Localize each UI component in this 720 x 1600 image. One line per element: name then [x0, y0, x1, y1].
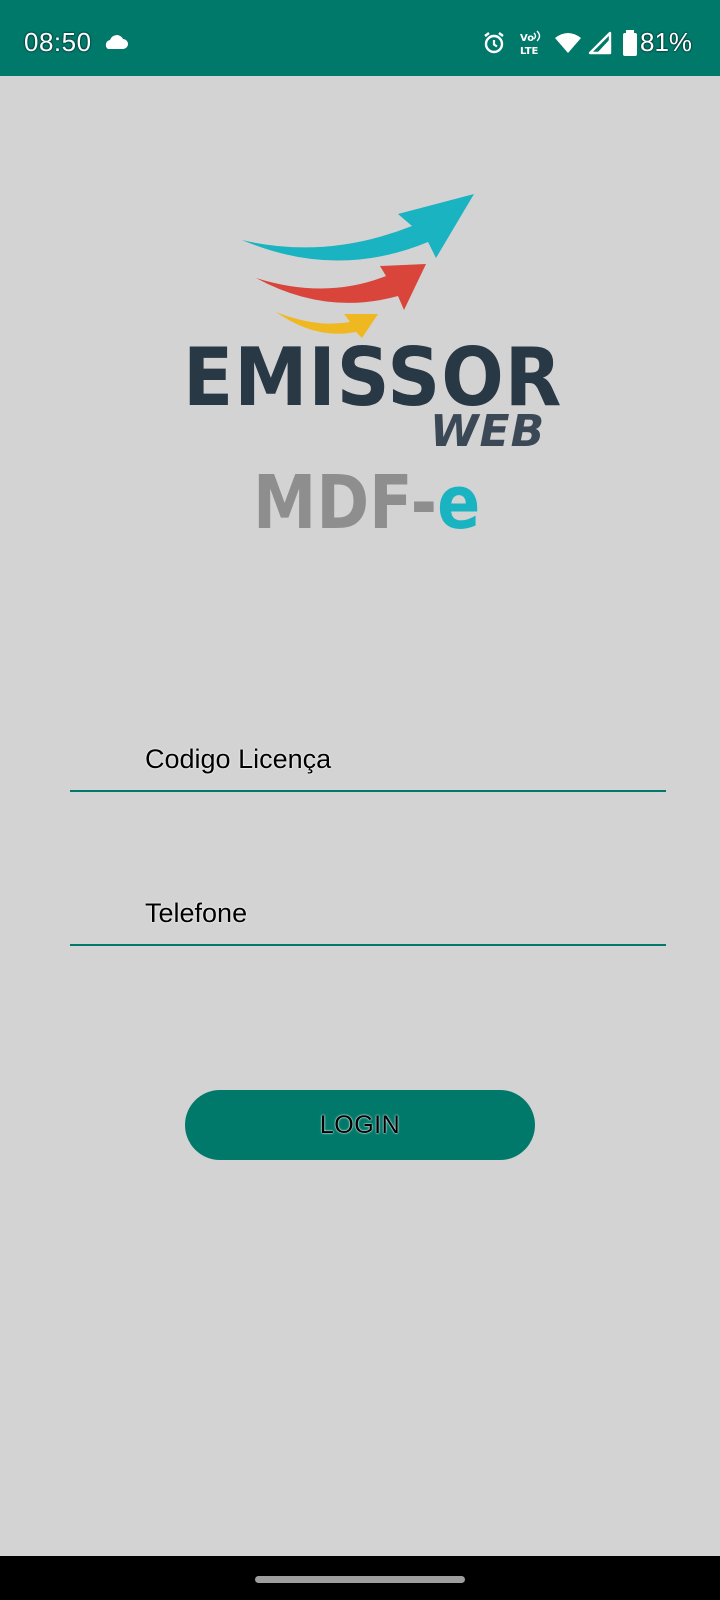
home-gesture-handle[interactable] — [255, 1576, 465, 1583]
signal-icon — [588, 31, 612, 55]
cloud-icon — [105, 35, 128, 49]
status-time: 08:50 — [24, 27, 92, 57]
phone-field — [70, 884, 666, 946]
license-code-input[interactable] — [145, 730, 645, 788]
logo-sub-brand-text: WEB — [430, 406, 546, 457]
wifi-icon — [555, 33, 581, 53]
logo-product-prefix: MDF- — [253, 460, 438, 546]
status-bar: 08:50 Vo LTE 81% — [0, 0, 720, 76]
phone-input[interactable] — [145, 884, 645, 942]
battery-percentage: 81% — [640, 27, 693, 57]
login-button[interactable]: LOGIN — [185, 1090, 535, 1160]
logo-product-suffix: e — [437, 460, 481, 546]
volte-label-top: Vo — [520, 33, 534, 44]
battery-icon — [623, 30, 637, 56]
logo-arrow-red — [256, 264, 426, 310]
logo-arrow-cyan — [242, 194, 474, 261]
logo-arrows-icon — [242, 194, 474, 338]
navigation-bar — [0, 1556, 720, 1600]
alarm-icon — [484, 32, 504, 54]
license-field — [70, 730, 666, 792]
volte-icon: Vo LTE — [520, 30, 541, 56]
volte-label-bottom: LTE — [520, 46, 539, 56]
logo-product-text: MDF-e — [253, 466, 480, 540]
